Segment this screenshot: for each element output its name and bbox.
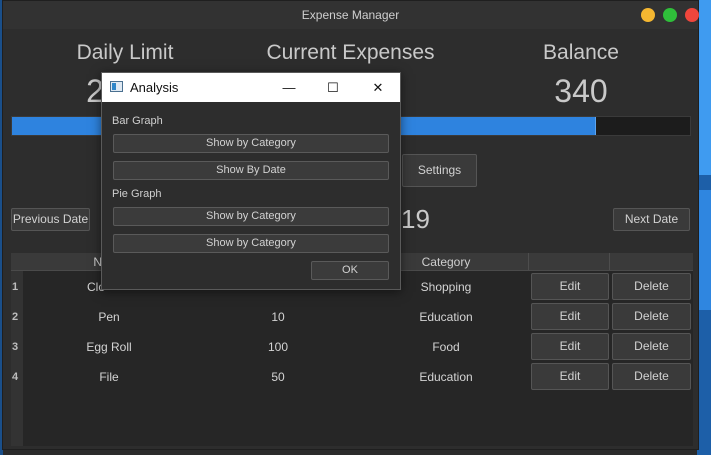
delete-button[interactable]: Delete xyxy=(612,273,691,300)
next-date-button[interactable]: Next Date xyxy=(613,208,690,231)
close-button[interactable] xyxy=(685,8,699,22)
edit-button[interactable]: Edit xyxy=(531,273,609,300)
cell-name: Pen xyxy=(98,310,120,324)
dialog-title: Analysis xyxy=(130,80,179,95)
ok-button[interactable]: OK xyxy=(311,261,389,280)
dialog-titlebar[interactable]: Analysis — ☐ ✕ xyxy=(102,73,400,102)
dialog-maximize-button[interactable]: ☐ xyxy=(311,73,355,102)
window-title: Expense Manager xyxy=(301,8,400,22)
dialog-minimize-button[interactable]: — xyxy=(267,73,311,102)
dialog-close-button[interactable]: ✕ xyxy=(356,73,400,102)
daily-limit-label: Daily Limit xyxy=(76,41,174,64)
bar-show-by-category-button[interactable]: Show by Category xyxy=(113,134,389,153)
column-header-category[interactable]: Category xyxy=(401,255,491,269)
window-app-icon xyxy=(110,81,123,92)
delete-button[interactable]: Delete xyxy=(612,303,691,330)
cell-amount: 50 xyxy=(271,370,285,384)
maximize-button[interactable] xyxy=(663,8,677,22)
window-titlebar[interactable]: Expense Manager xyxy=(3,1,699,29)
cell-name: File xyxy=(99,370,119,384)
cell-category: Education xyxy=(419,370,473,384)
current-date: 19 xyxy=(401,204,430,234)
column-divider xyxy=(528,253,529,270)
analysis-dialog: Analysis — ☐ ✕ Bar Graph Show by Categor… xyxy=(101,72,401,290)
row-number[interactable]: 1 xyxy=(12,281,23,293)
edit-button[interactable]: Edit xyxy=(531,333,609,360)
pie-show-by-category-button-2[interactable]: Show by Category xyxy=(113,234,389,253)
current-expenses-label: Current Expenses xyxy=(266,41,435,64)
cell-category: Food xyxy=(432,340,460,354)
edit-button[interactable]: Edit xyxy=(531,363,609,390)
cell-amount: 100 xyxy=(267,340,289,354)
cell-amount: 10 xyxy=(271,310,285,324)
pie-show-by-category-button[interactable]: Show by Category xyxy=(113,207,389,226)
balance-label: Balance xyxy=(543,41,619,64)
edit-button[interactable]: Edit xyxy=(531,303,609,330)
desktop-wallpaper-pane xyxy=(697,190,711,310)
delete-button[interactable]: Delete xyxy=(612,333,691,360)
pie-graph-label: Pie Graph xyxy=(112,188,162,200)
desktop-edge-right xyxy=(697,0,711,455)
row-number[interactable]: 4 xyxy=(12,371,23,383)
row-number[interactable]: 2 xyxy=(12,311,23,323)
desktop-wallpaper-pane xyxy=(697,0,711,175)
settings-button[interactable]: Settings xyxy=(402,154,477,187)
row-number[interactable]: 3 xyxy=(12,341,23,353)
bar-show-by-date-button[interactable]: Show By Date xyxy=(113,161,389,180)
cell-category: Education xyxy=(419,310,473,324)
balance-value: 340 xyxy=(554,73,608,109)
bar-graph-label: Bar Graph xyxy=(112,115,163,127)
cell-category: Shopping xyxy=(420,280,472,294)
cell-name: Egg Roll xyxy=(86,340,132,354)
column-divider xyxy=(609,253,610,270)
row-header-column xyxy=(11,271,23,446)
previous-date-button[interactable]: Previous Date xyxy=(11,208,90,231)
delete-button[interactable]: Delete xyxy=(612,363,691,390)
minimize-button[interactable] xyxy=(641,8,655,22)
